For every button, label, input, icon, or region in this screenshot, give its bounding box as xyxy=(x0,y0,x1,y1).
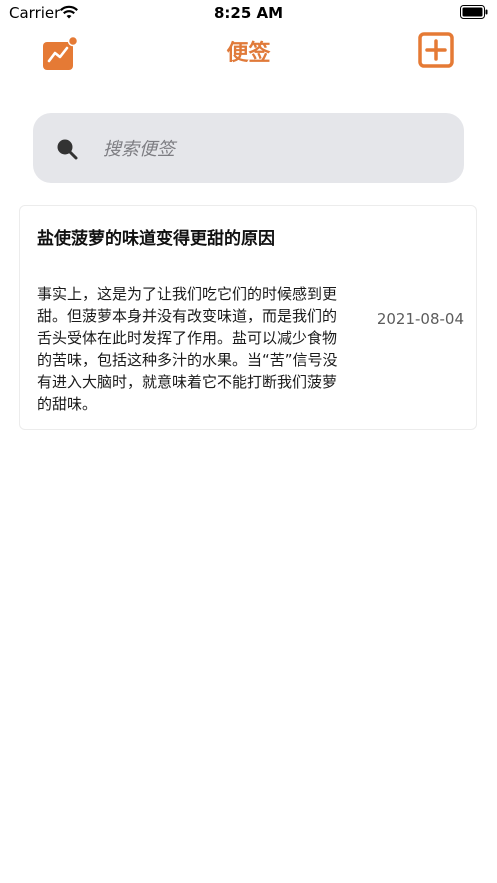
nav-bar: 便签 xyxy=(0,28,497,72)
status-time: 8:25 AM xyxy=(213,4,284,22)
status-bar: Carrier 8:25 AM xyxy=(0,0,497,26)
search-input[interactable] xyxy=(101,113,445,185)
note-title: 盐使菠萝的味道变得更甜的原因 xyxy=(37,229,275,249)
note-body: 事实上，这是为了让我们吃它们的时候感到更甜。但菠萝本身并没有改变味道，而是我们的… xyxy=(37,285,338,413)
search-icon xyxy=(57,139,78,160)
search-box[interactable] xyxy=(33,113,464,185)
battery-icon xyxy=(460,5,488,19)
add-square-icon[interactable] xyxy=(418,32,454,68)
note-card[interactable]: 盐使菠萝的味道变得更甜的原因 事实上，这是为了让我们吃它们的时候感到更甜。但菠萝… xyxy=(19,205,477,430)
note-date: 2021-08-04 xyxy=(376,310,464,328)
